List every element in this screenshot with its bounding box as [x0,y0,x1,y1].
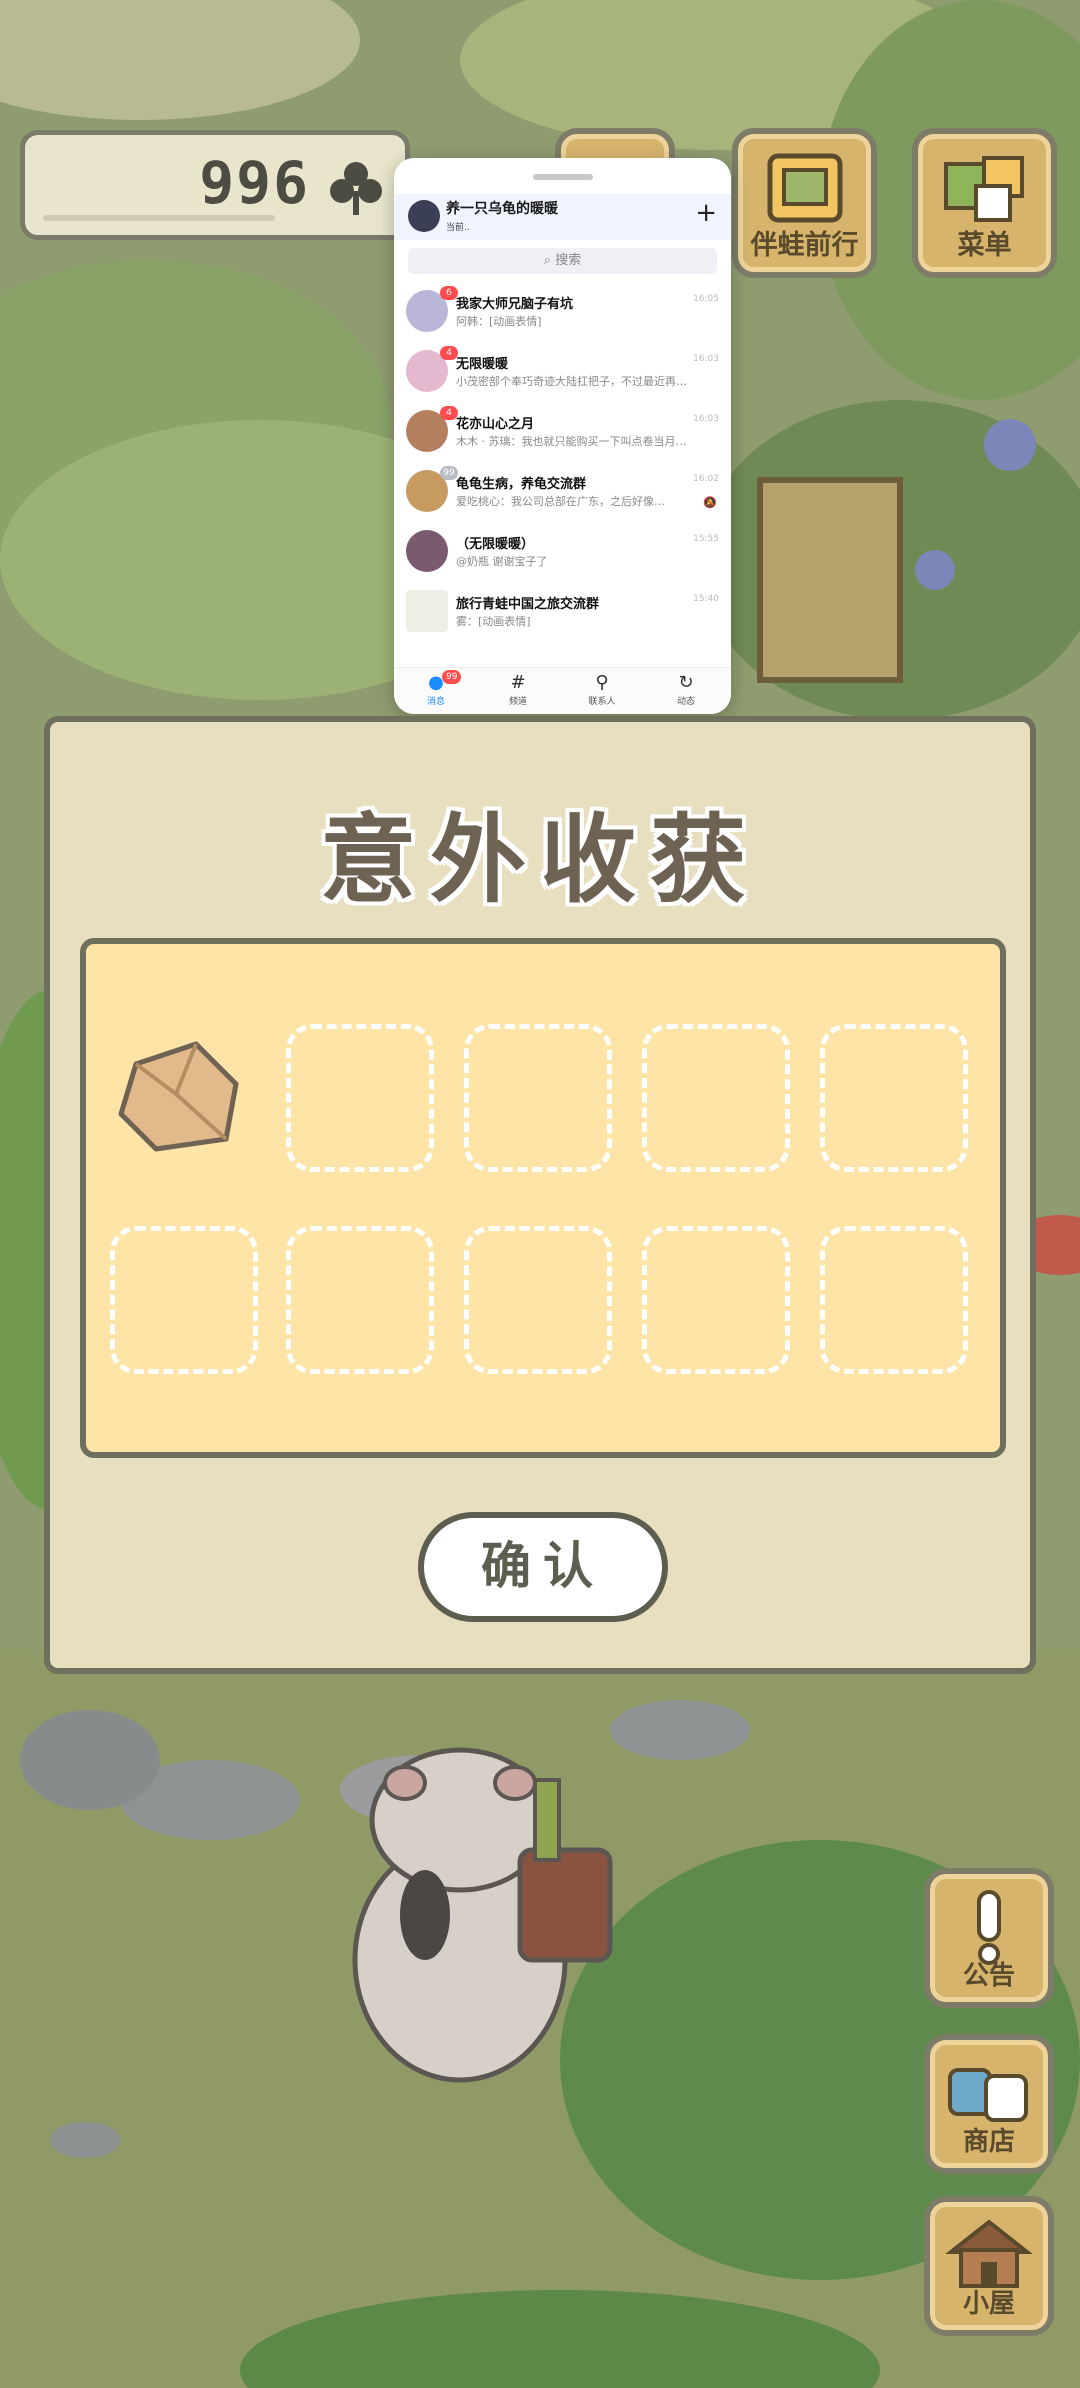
menu-label: 菜单 [957,230,1012,261]
album-icon [762,152,848,232]
clover-count: 996 [199,149,310,217]
conversation-time: 16:03 [693,354,719,364]
add-icon[interactable]: + [695,200,717,226]
conversation-preview: 雾：[动画表情] [456,615,531,628]
nav-unread-badge: 99 [442,670,462,684]
conversation-name: 旅行青蛙中国之旅交流群 [456,597,600,612]
item-slot-6[interactable] [110,1226,258,1374]
mute-icon: 🔕 [703,496,717,509]
reward-dialog: 意外收获 确认 [44,716,1036,1674]
person-icon: ⚲ [595,672,609,693]
dialog-title: 意外收获 [320,804,760,916]
tab-channels[interactable]: # 频道 [488,672,548,707]
conversation-preview: 爱吃桃心：我公司总部在广东，之后好像… [456,495,665,508]
clover-icon [327,159,385,221]
shop-label: 商店 [962,2127,1015,2157]
hashtag-icon: # [510,672,526,693]
menu-button[interactable]: 菜单 [912,128,1057,278]
item-slot-3[interactable] [464,1024,612,1172]
tab-messages[interactable]: ● 99 消息 [406,670,466,707]
conversation-time: 16:03 [693,414,719,424]
conversation-preview: @奶瓶 谢谢宝子了 [456,555,548,568]
search-icon: ⌕ [543,253,552,268]
conversation-name: 无限暖暖 [456,357,509,372]
shop-button[interactable]: 商店 [924,2034,1054,2174]
conversation-name: （无限暖暖） [456,537,535,552]
account-name: 养一只乌龟的暖暖 [446,201,558,217]
cabin-button[interactable]: 小屋 [924,2196,1054,2336]
conversation-preview: 阿韩：[动画表情] [456,315,542,328]
item-slot-1[interactable] [106,1024,254,1172]
item-slot-4[interactable] [642,1024,790,1172]
chat-header: 养一只乌龟的暖暖 当前.. + [394,194,731,240]
item-slot-8[interactable] [464,1226,612,1374]
counter-underline [43,215,275,221]
conversation-avatar [406,590,448,632]
conversation-item[interactable]: 99 龟龟生病，养龟交流群 爱吃桃心：我公司总部在广东，之后好像… 16:02 … [394,460,731,520]
conversation-time: 16:05 [693,294,719,304]
travel-with-frog-button[interactable]: 伴蛙前行 [732,128,877,278]
stone-icon [106,1041,254,1176]
conversation-preview: 木木 · 苏璃：我也就只能购买一下叫点卷当月… [456,435,687,448]
search-placeholder: 搜索 [555,253,582,268]
conversation-item[interactable]: 旅行青蛙中国之旅交流群 雾：[动画表情] 15:40 [394,580,731,640]
conversation-list: 6 我家大师兄脑子有坑 阿韩：[动画表情] 16:05 4 无限暖暖 小茂密部个… [394,280,731,640]
conversation-preview: 小茂密部个奉巧奇迹大陆扛把子，不过最近再… [456,375,687,388]
announcement-label: 公告 [962,1961,1015,1991]
conversation-item[interactable]: 4 无限暖暖 小茂密部个奉巧奇迹大陆扛把子，不过最近再… 16:03 [394,340,731,400]
chat-app-floating-window[interactable]: 养一只乌龟的暖暖 当前.. + ⌕ 搜索 6 我家大师兄脑子有坑 阿韩：[动画表… [394,158,731,714]
tab-contacts[interactable]: ⚲ 联系人 [572,672,632,707]
conversation-item[interactable]: （无限暖暖） @奶瓶 谢谢宝子了 15:55 [394,520,731,580]
account-status: 当前.. [446,223,470,233]
reward-item-grid [80,938,1006,1458]
tab-contacts-label: 联系人 [588,697,616,707]
conversation-time: 15:55 [693,534,719,544]
chat-search-bar[interactable]: ⌕ 搜索 [408,248,717,274]
window-drag-handle[interactable] [532,174,593,180]
confirm-button[interactable]: 确认 [418,1512,668,1622]
conversation-name: 龟龟生病，养龟交流群 [456,477,587,492]
tab-feed[interactable]: ↻ 动态 [656,672,716,707]
tab-feed-label: 动态 [676,697,695,707]
item-slot-9[interactable] [642,1226,790,1374]
conversation-time: 15:40 [693,594,719,604]
tab-messages-label: 消息 [426,697,445,707]
menu-cards-icon [940,152,1030,232]
conversation-avatar [406,530,448,572]
chat-bottom-nav: ● 99 消息 # 频道 ⚲ 联系人 ↻ 动态 [394,667,731,714]
cabin-label: 小屋 [962,2289,1015,2319]
item-slot-10[interactable] [820,1226,968,1374]
conversation-item[interactable]: 4 花亦山心之月 木木 · 苏璃：我也就只能购买一下叫点卷当月… 16:03 [394,400,731,460]
tab-channels-label: 频道 [508,697,527,707]
item-slot-7[interactable] [286,1226,434,1374]
item-slot-5[interactable] [820,1024,968,1172]
shopping-bags-icon [944,2056,1034,2130]
conversation-time: 16:02 [693,474,719,484]
item-slot-2[interactable] [286,1024,434,1172]
announcement-button[interactable]: 公告 [924,1868,1054,2008]
travel-with-frog-label: 伴蛙前行 [750,230,859,261]
conversation-item[interactable]: 6 我家大师兄脑子有坑 阿韩：[动画表情] 16:05 [394,280,731,340]
conversation-name: 花亦山心之月 [456,417,535,432]
clover-counter: 996 [20,130,410,240]
conversation-name: 我家大师兄脑子有坑 [456,297,574,312]
account-avatar[interactable] [408,200,440,232]
refresh-icon: ↻ [678,672,694,693]
